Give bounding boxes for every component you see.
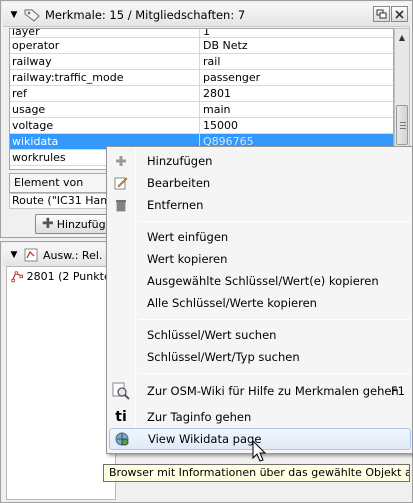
list-item[interactable]: 2801 (2 Punkte): [7, 267, 115, 285]
selection-panel-title: Ausw.: Rel.: [43, 248, 103, 262]
taginfo-icon: ti: [115, 409, 127, 425]
tags-panel-title: Merkmale: 15 / Mitgliedschaften: 7: [45, 7, 246, 22]
menu-item-copy-selected[interactable]: Ausgewählte Schlüssel/Wert(e) kopieren: [109, 270, 411, 292]
tag-key: usage: [10, 102, 200, 117]
list-item-label: 2801 (2 Punkte): [26, 269, 115, 283]
tag-value: 15000: [203, 119, 238, 132]
scrollbar-thumb[interactable]: [396, 105, 408, 145]
collapse-chevron-icon[interactable]: ▼: [7, 250, 21, 260]
relation-icon: [24, 248, 38, 262]
help-search-icon: [109, 380, 133, 402]
table-row[interactable]: ref 2801: [10, 86, 393, 102]
menu-item-copy-value[interactable]: Wert kopieren: [109, 248, 411, 270]
selection-list: 2801 (2 Punkte): [6, 266, 116, 500]
shortcut-label: F1: [391, 384, 405, 398]
tag-icon: [24, 9, 40, 22]
tag-key: voltage: [10, 118, 200, 133]
close-icon[interactable]: [391, 6, 408, 22]
table-row[interactable]: usage main: [10, 102, 393, 118]
detach-icon[interactable]: [373, 6, 390, 22]
table-row[interactable]: voltage 15000: [10, 118, 393, 134]
tag-value: DB Netz: [203, 39, 248, 52]
table-row[interactable]: operator DB Netz: [10, 38, 393, 54]
plus-icon: [109, 150, 133, 172]
membership-row[interactable]: Route ("IC31 Hambu: [9, 193, 119, 209]
wikidata-icon: [110, 428, 134, 450]
tag-key: railway: [10, 54, 200, 69]
tags-panel-title-bar[interactable]: ▼ Merkmale: 15 / Mitgliedschaften: 7: [3, 3, 410, 27]
tag-value: rail: [203, 55, 221, 68]
edit-icon: [109, 172, 133, 194]
tag-value: passenger: [203, 71, 261, 84]
menu-item-search-key-value-type[interactable]: Schlüssel/Wert/Typ suchen: [109, 346, 411, 368]
menu-item-edit[interactable]: Bearbeiten: [109, 172, 411, 194]
tag-key: operator: [10, 38, 200, 53]
menu-item-remove[interactable]: Entfernen: [109, 194, 411, 216]
tag-value: 1: [203, 29, 210, 37]
way-icon: [11, 271, 23, 283]
add-button-label: Hinzufüge: [56, 217, 113, 231]
tag-key: ref: [10, 86, 200, 101]
tag-key: railway:traffic_mode: [10, 70, 200, 85]
table-row[interactable]: railway rail: [10, 54, 393, 70]
table-row[interactable]: railway:traffic_mode passenger: [10, 70, 393, 86]
table-row[interactable]: layer 1: [10, 29, 393, 38]
menu-item-search-key-value[interactable]: Schlüssel/Wert suchen: [109, 324, 411, 346]
trash-icon: [109, 194, 133, 216]
menu-item-taginfo[interactable]: ti Zur Taginfo gehen: [109, 406, 411, 428]
selection-panel-title-bar[interactable]: ▼ Ausw.: Rel.: [3, 244, 113, 266]
menu-item-osm-wiki[interactable]: Zur OSM-Wiki für Hilfe zu Merkmalen gehe…: [109, 380, 411, 402]
context-menu: Hinzufügen Bearbeiten Entfernen Wert ein…: [106, 146, 413, 454]
scroll-up-icon[interactable]: ▲: [395, 29, 409, 45]
add-button[interactable]: ✚ Hinzufüge: [35, 214, 115, 234]
tag-value: main: [203, 103, 231, 116]
tag-value: 2801: [203, 87, 231, 100]
membership-header: Element von: [9, 173, 119, 193]
plus-icon: ✚: [42, 216, 54, 232]
menu-item-add[interactable]: Hinzufügen: [109, 150, 411, 172]
menu-item-paste-value[interactable]: Wert einfügen: [109, 226, 411, 248]
collapse-chevron-icon[interactable]: ▼: [7, 8, 21, 22]
tooltip: Browser mit Informationen über das gewäh…: [103, 464, 410, 482]
tag-key: layer: [10, 29, 200, 37]
menu-item-copy-all[interactable]: Alle Schlüssel/Werte kopieren: [109, 292, 411, 314]
mouse-cursor-icon: [252, 440, 267, 462]
